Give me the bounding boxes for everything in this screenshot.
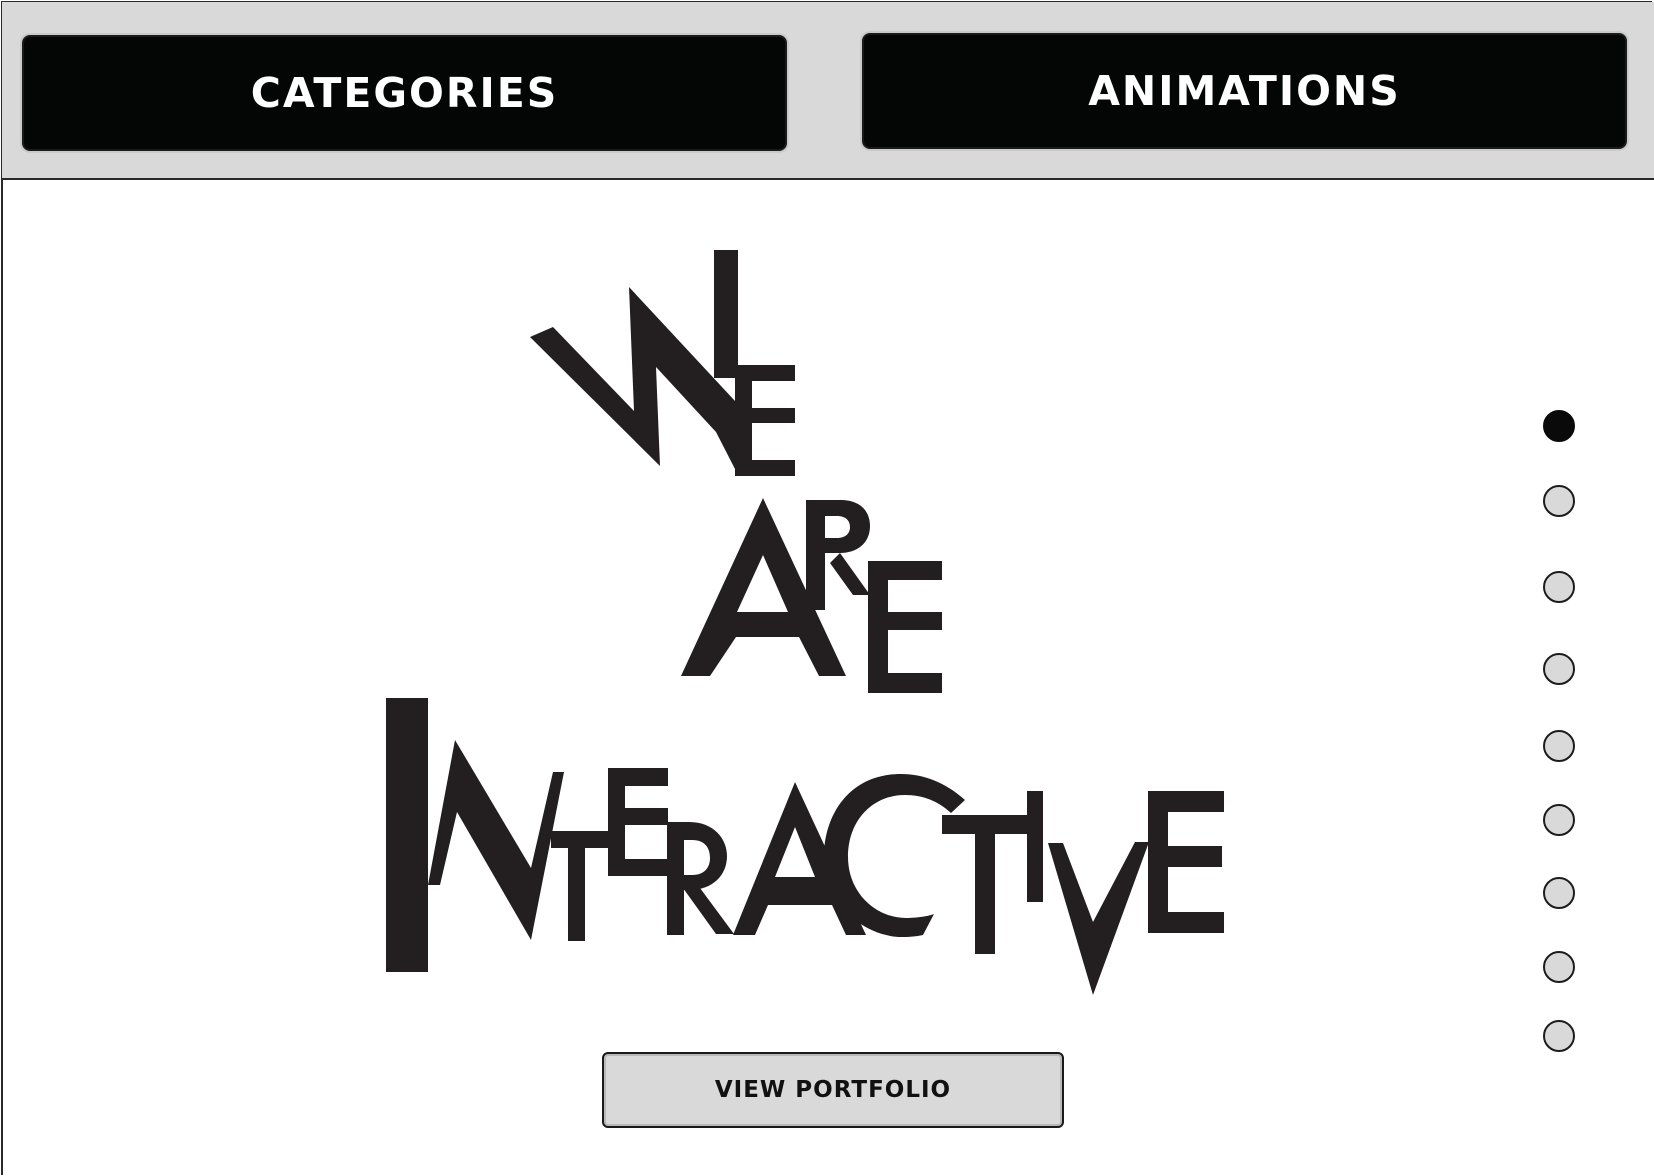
pagination-dot-3[interactable] bbox=[1543, 571, 1575, 603]
view-portfolio-button[interactable]: VIEW PORTFOLIO bbox=[602, 1052, 1064, 1128]
pagination-dot-9[interactable] bbox=[1543, 1020, 1575, 1052]
pagination-dot-1[interactable] bbox=[1543, 410, 1575, 442]
animations-button[interactable]: ANIMATIONS bbox=[862, 33, 1627, 149]
pagination-dot-5[interactable] bbox=[1543, 730, 1575, 762]
pagination-dot-4[interactable] bbox=[1543, 653, 1575, 685]
pagination-dot-2[interactable] bbox=[1543, 485, 1575, 517]
pagination-dot-6[interactable] bbox=[1543, 804, 1575, 836]
slide-pagination bbox=[1543, 410, 1579, 1060]
categories-button[interactable]: CATEGORIES bbox=[22, 35, 787, 151]
pagination-dot-7[interactable] bbox=[1543, 877, 1575, 909]
pagination-dot-8[interactable] bbox=[1543, 951, 1575, 983]
